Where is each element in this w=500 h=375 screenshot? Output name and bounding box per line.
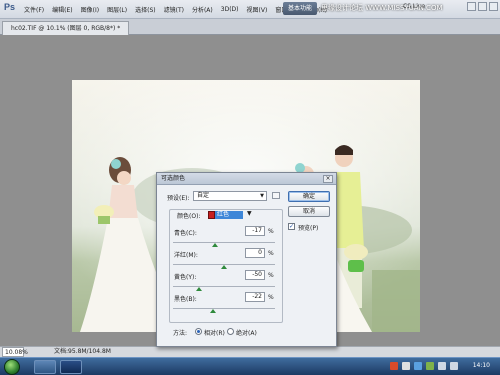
black-slider-thumb[interactable] <box>209 309 216 313</box>
black-label: 黑色(B): <box>174 296 197 303</box>
yellow-unit: % <box>268 272 274 279</box>
red-color-swatch <box>208 211 215 219</box>
magenta-label: 洋红(M): <box>174 252 198 259</box>
window-controls <box>467 2 498 11</box>
preview-checkbox[interactable]: ✓ <box>288 223 295 230</box>
tray-network-icon[interactable] <box>438 362 446 370</box>
menu-layer[interactable]: 图层(L) <box>103 5 131 14</box>
absolute-radio[interactable] <box>227 328 234 335</box>
black-input[interactable]: -22 <box>245 292 265 302</box>
cancel-button[interactable]: 取消 <box>288 206 330 217</box>
color-select[interactable]: 红色 <box>215 211 243 219</box>
tray-app-icon[interactable] <box>390 362 398 370</box>
cyan-unit: % <box>268 228 274 235</box>
photoshop-logo: Ps <box>4 2 16 12</box>
document-tab-bar: hc02.TIF @ 10.1% (图层 0, RGB/8*) * <box>0 19 500 35</box>
chevron-down-icon[interactable]: ▼ <box>247 210 252 217</box>
magenta-unit: % <box>268 250 274 257</box>
black-unit: % <box>268 294 274 301</box>
document-tab[interactable]: hc02.TIF @ 10.1% (图层 0, RGB/8*) * <box>2 21 130 35</box>
ok-button[interactable]: 确定 <box>288 191 330 202</box>
cyan-input[interactable]: -17 <box>245 226 265 236</box>
maximize-icon[interactable] <box>478 2 487 11</box>
selective-color-dialog: 可选颜色 × 预设(E): 自定 ▼ 确定 取消 ✓ 预览(P) 颜色(O): … <box>156 172 337 347</box>
black-slider-track[interactable] <box>173 308 275 309</box>
menu-3d[interactable]: 3D(D) <box>217 6 243 13</box>
method-label: 方法: <box>173 330 188 337</box>
preset-value: 自定 <box>197 192 210 199</box>
status-bar: 10.08% 文档:95.8M/104.8M <box>0 346 500 357</box>
relative-radio[interactable] <box>195 328 202 335</box>
preset-select[interactable]: 自定 ▼ <box>193 191 267 201</box>
magenta-slider-thumb[interactable] <box>221 265 227 269</box>
preset-options-icon[interactable] <box>272 192 280 199</box>
menu-filter[interactable]: 滤镜(T) <box>160 5 188 14</box>
tray-input-icon[interactable] <box>414 362 422 370</box>
document-size[interactable]: 文档:95.8M/104.8M <box>54 347 111 357</box>
tray-volume-icon[interactable] <box>450 362 458 370</box>
explorer-taskbar-icon[interactable] <box>34 360 56 374</box>
yellow-label: 黄色(Y): <box>174 274 197 281</box>
zoom-level-field[interactable]: 10.08% <box>2 347 28 357</box>
watermark: 思缘设计论坛 WWW.MISSYUAN.COM <box>321 4 443 12</box>
yellow-slider-track[interactable] <box>173 286 275 287</box>
colors-label: 颜色(O): <box>177 213 201 220</box>
start-button[interactable] <box>4 359 20 375</box>
chevron-down-icon: ▼ <box>260 193 264 199</box>
photoshop-taskbar-icon[interactable] <box>60 360 82 374</box>
menu-select[interactable]: 选择(S) <box>131 5 160 14</box>
relative-label: 相对(R) <box>204 330 225 337</box>
minimize-icon[interactable] <box>467 2 476 11</box>
workspace-button[interactable]: 基本功能 <box>283 2 317 15</box>
tray-security-icon[interactable] <box>426 362 434 370</box>
absolute-label: 绝对(A) <box>236 330 257 337</box>
cyan-slider-thumb[interactable] <box>212 243 219 247</box>
preset-label: 预设(E): <box>167 195 190 202</box>
menu-analysis[interactable]: 分析(A) <box>188 5 217 14</box>
tray-chat-icon[interactable] <box>402 362 410 370</box>
dialog-title[interactable]: 可选颜色 <box>157 173 336 185</box>
close-icon[interactable] <box>489 2 498 11</box>
cyan-slider-track[interactable] <box>173 242 275 243</box>
magenta-input[interactable]: 0 <box>245 248 265 258</box>
menu-image[interactable]: 图像(I) <box>77 5 103 14</box>
yellow-slider-thumb[interactable] <box>195 287 202 291</box>
menu-file[interactable]: 文件(F) <box>20 5 48 14</box>
menu-edit[interactable]: 编辑(E) <box>48 5 76 14</box>
yellow-input[interactable]: -50 <box>245 270 265 280</box>
taskbar-clock[interactable]: 14:10 <box>473 362 490 369</box>
dialog-close-icon[interactable]: × <box>323 175 333 183</box>
preview-label: 预览(P) <box>298 225 319 232</box>
cyan-label: 青色(C): <box>174 230 197 237</box>
menu-view[interactable]: 视图(V) <box>243 5 272 14</box>
taskbar: 14:10 <box>0 357 500 375</box>
